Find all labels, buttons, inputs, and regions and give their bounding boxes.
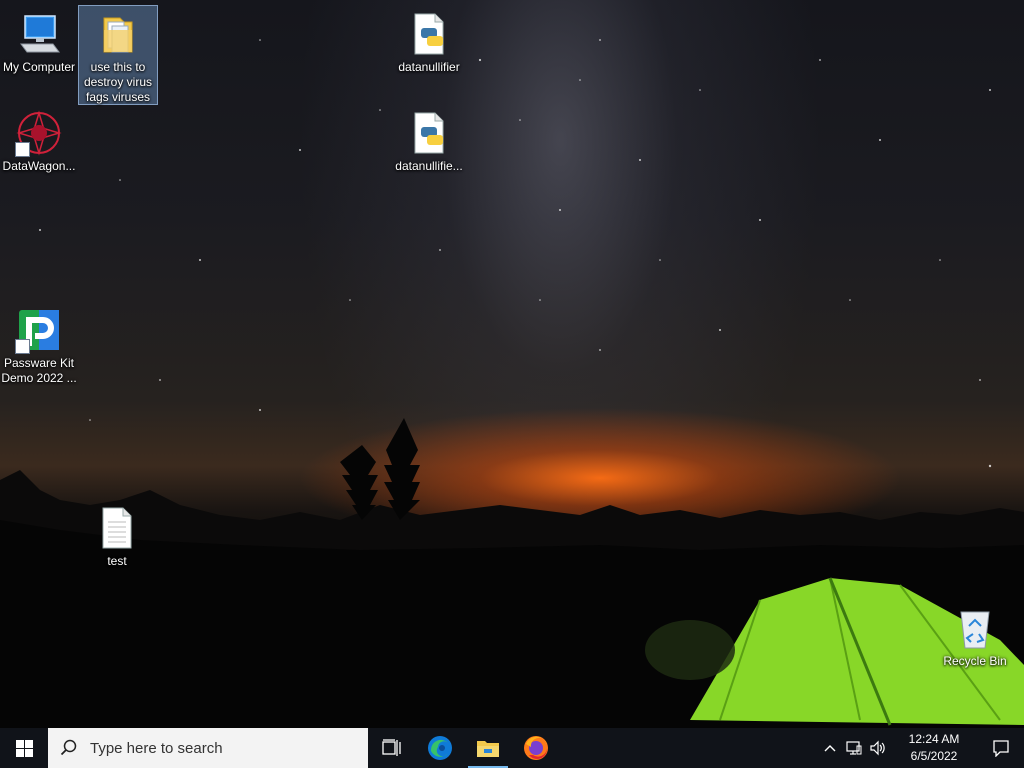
notification-icon xyxy=(993,740,1009,757)
datanullifier-desktop-icon[interactable]: datanullifier xyxy=(390,6,468,75)
task-view-icon xyxy=(382,739,401,756)
landscape-silhouette xyxy=(0,418,1024,728)
computer-icon xyxy=(15,10,63,58)
passware-shortcut-icon xyxy=(15,306,63,354)
start-button[interactable] xyxy=(0,728,48,768)
icon-label: test xyxy=(107,554,127,568)
network-button[interactable] xyxy=(842,728,866,768)
icon-label: datanullifier xyxy=(398,60,460,74)
icon-label: Recycle Bin xyxy=(943,654,1007,668)
icon-label: datanullifie... xyxy=(395,159,463,173)
datawagon-shortcut-icon xyxy=(15,109,63,157)
my-computer-desktop-icon[interactable]: My Computer xyxy=(0,6,78,75)
shortcut-arrow-icon xyxy=(15,339,30,354)
clock-date: 6/5/2022 xyxy=(910,749,958,763)
volume-icon xyxy=(870,740,885,756)
test-desktop-icon[interactable]: test xyxy=(78,500,156,569)
use-this-folder-desktop-icon[interactable]: use this to destroy virus fags viruses xyxy=(78,5,158,105)
firefox-taskbar-button[interactable] xyxy=(512,728,560,768)
clock-time: 12:24 AM xyxy=(908,732,960,746)
icon-label: DataWagon... xyxy=(2,159,76,173)
file-explorer-taskbar-button[interactable] xyxy=(464,728,512,768)
search-placeholder: Type here to search xyxy=(90,739,223,757)
firefox-icon xyxy=(524,736,548,760)
passware-kit-desktop-icon[interactable]: Passware Kit Demo 2022 ... xyxy=(0,302,78,386)
volume-button[interactable] xyxy=(866,728,890,768)
shortcut-arrow-icon xyxy=(15,142,30,157)
chevron-up-icon xyxy=(824,745,836,752)
clock[interactable]: 12:24 AM 6/5/2022 xyxy=(898,731,970,765)
folder-icon xyxy=(94,10,142,58)
search-icon xyxy=(60,739,77,756)
python-file-icon xyxy=(405,109,453,157)
datawagon-desktop-icon[interactable]: DataWagon... xyxy=(0,105,78,174)
icon-label: use this to destroy virus fags viruses xyxy=(83,60,153,104)
recycle-bin-icon xyxy=(951,604,999,652)
icon-label: My Computer xyxy=(2,60,76,74)
taskbar: Type here to search 12:24 AM 6/5/2022 xyxy=(0,728,1024,768)
python-file-icon xyxy=(405,10,453,58)
folder-icon xyxy=(477,741,499,757)
desktop[interactable]: My Computer use this to destroy virus fa… xyxy=(0,0,1024,728)
edge-icon xyxy=(428,736,452,760)
search-box[interactable]: Type here to search xyxy=(48,728,368,768)
recycle-bin-desktop-icon[interactable]: Recycle Bin xyxy=(936,600,1014,669)
system-tray: 12:24 AM 6/5/2022 xyxy=(818,728,1024,768)
datanullifie-desktop-icon[interactable]: datanullifie... xyxy=(390,105,468,174)
show-hidden-icons-button[interactable] xyxy=(818,728,842,768)
task-view-button[interactable] xyxy=(368,728,416,768)
network-icon xyxy=(846,741,862,755)
icon-label: Passware Kit Demo 2022 ... xyxy=(1,356,77,385)
text-file-icon xyxy=(93,504,141,552)
notification-center-button[interactable] xyxy=(978,728,1024,768)
edge-taskbar-button[interactable] xyxy=(416,728,464,768)
windows-logo-icon xyxy=(15,739,33,757)
